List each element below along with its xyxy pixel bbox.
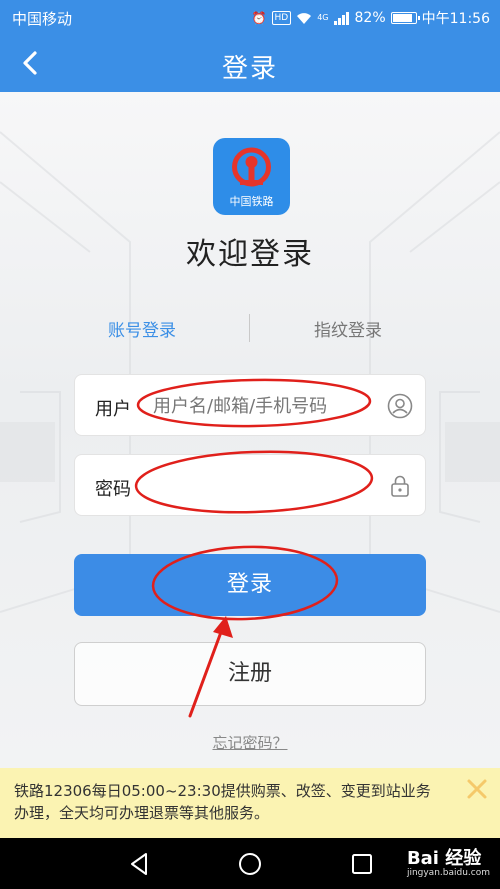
welcome-heading: 欢迎登录 bbox=[186, 237, 314, 272]
signal-icon bbox=[333, 11, 349, 25]
battery-icon bbox=[390, 12, 420, 24]
alarm-icon: ⏰ bbox=[251, 11, 267, 25]
username-label: 用户 bbox=[95, 399, 131, 420]
status-icons: ⏰ HD 4G 82% 中午11:56 bbox=[252, 8, 490, 28]
service-notice-banner: 铁路12306每日05:00~23:30提供购票、改签、变更到站业务办理，全天均… bbox=[0, 768, 500, 838]
logo-text: 中国铁路 bbox=[229, 195, 274, 208]
nav-home-icon[interactable] bbox=[236, 850, 264, 878]
user-icon bbox=[387, 393, 413, 419]
network-type: 4G bbox=[317, 13, 329, 22]
page-title: 登录 bbox=[221, 54, 278, 84]
forgot-password-link[interactable]: 忘记密码？ bbox=[0, 732, 500, 753]
close-icon[interactable] bbox=[464, 776, 490, 802]
notice-text: 铁路12306每日05:00~23:30提供购票、改签、变更到站业务办理，全天均… bbox=[14, 782, 431, 822]
login-tabs: 账号登录 指纹登录 bbox=[0, 314, 500, 344]
hd-icon: HD bbox=[271, 11, 292, 25]
clock: 中午11:56 bbox=[421, 11, 490, 27]
password-label: 密码 bbox=[95, 479, 131, 500]
register-button[interactable]: 注册 bbox=[74, 642, 426, 706]
username-input[interactable] bbox=[153, 389, 373, 423]
nav-back-icon[interactable] bbox=[126, 850, 154, 878]
nav-recents-icon[interactable] bbox=[348, 850, 376, 878]
app-logo: 中国铁路 bbox=[213, 138, 290, 215]
tab-account-login[interactable]: 账号登录 bbox=[108, 316, 176, 341]
password-field: 密码 bbox=[74, 454, 426, 516]
status-bar: 中国移动 ⏰ HD 4G 82% 中午11:56 bbox=[0, 0, 500, 36]
baidu-jingyan-watermark: Bai 经验 jingyan.baidu.com bbox=[407, 844, 490, 878]
app-header: 登录 bbox=[0, 36, 500, 92]
battery-percent: 82% bbox=[354, 10, 386, 26]
watermark-site: jingyan.baidu.com bbox=[406, 868, 490, 878]
login-button[interactable]: 登录 bbox=[74, 554, 426, 616]
lock-icon bbox=[391, 475, 409, 497]
railway-emblem-icon bbox=[232, 147, 271, 187]
login-content: 中国铁路 欢迎登录 账号登录 指纹登录 用户 密码 登录 注册 忘记密码？ bbox=[0, 92, 500, 768]
username-field: 用户 bbox=[74, 374, 426, 436]
tab-fingerprint-login[interactable]: 指纹登录 bbox=[314, 316, 382, 341]
password-input[interactable] bbox=[153, 469, 373, 503]
watermark-brand: Bai 经验 bbox=[406, 848, 482, 869]
carrier-name: 中国移动 bbox=[12, 10, 73, 28]
wifi-icon bbox=[297, 12, 312, 24]
system-navigation-bar: Bai 经验 jingyan.baidu.com bbox=[0, 838, 500, 889]
tab-divider bbox=[249, 314, 250, 342]
